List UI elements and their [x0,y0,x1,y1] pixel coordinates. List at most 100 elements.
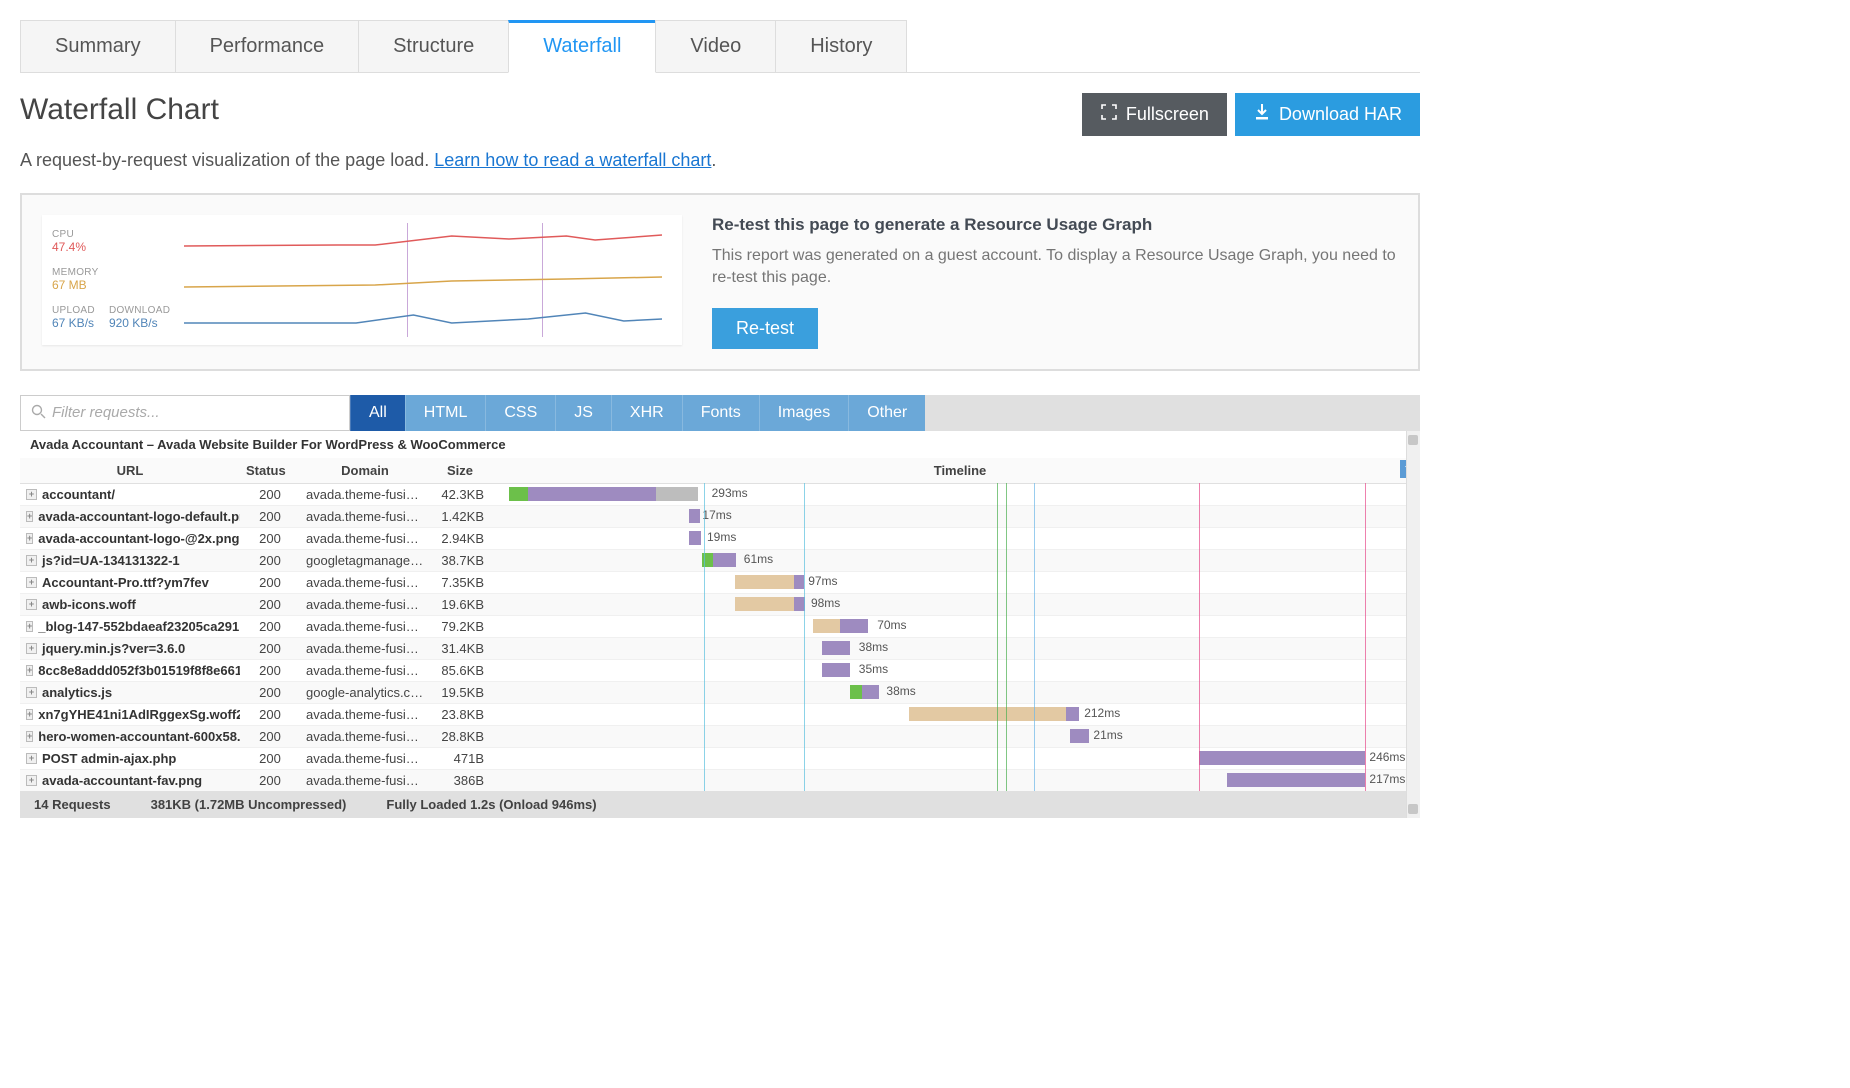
expand-icon[interactable]: + [26,775,37,786]
scroll-arrow-down[interactable] [1408,804,1418,814]
tab-performance[interactable]: Performance [175,20,360,72]
resource-graph-preview: CPU 47.4% MEMORY 67 MB UPL [42,215,682,345]
request-url: 8cc8e8addd052f3b01519f8f8e661... [38,663,240,678]
tab-summary[interactable]: Summary [20,20,176,72]
expand-icon[interactable]: + [26,643,37,654]
timeline-cell: 21ms [500,725,1420,747]
retest-button[interactable]: Re-test [712,308,818,349]
timeline-cell: 38ms [500,681,1420,703]
col-size-header[interactable]: Size [430,458,500,484]
expand-icon[interactable]: + [26,511,33,522]
timing-label: 35ms [859,662,888,676]
table-row[interactable]: +awb-icons.woff200avada.theme-fusion....… [20,593,1420,615]
timing-label: 97ms [808,574,837,588]
tab-history[interactable]: History [775,20,907,72]
retest-desc: This report was generated on a guest acc… [712,245,1398,290]
table-row[interactable]: +avada-accountant-logo-@2x.png200avada.t… [20,527,1420,549]
status-cell: 200 [240,681,300,703]
expand-icon[interactable]: + [26,533,33,544]
expand-icon[interactable]: + [26,621,33,632]
timing-bar [794,597,805,611]
table-row[interactable]: +analytics.js200google-analytics.com19.5… [20,681,1420,703]
expand-icon[interactable]: + [26,555,37,566]
expand-icon[interactable]: + [26,709,33,720]
timing-bar [822,641,850,655]
table-row[interactable]: +Accountant-Pro.ttf?ym7fev200avada.theme… [20,571,1420,593]
table-row[interactable]: +avada-accountant-logo-default.png200ava… [20,505,1420,527]
domain-cell: googletagmanager.c... [300,549,430,571]
filter-tab-other[interactable]: Other [848,395,925,431]
status-cell: 200 [240,527,300,549]
filter-tab-images[interactable]: Images [759,395,848,431]
table-row[interactable]: +avada-accountant-fav.png200avada.theme-… [20,769,1420,791]
request-url: avada-accountant-logo-@2x.png [38,531,239,546]
status-cell: 200 [240,637,300,659]
expand-icon[interactable]: + [26,489,37,500]
retest-panel: CPU 47.4% MEMORY 67 MB UPL [20,193,1420,371]
footer-size: 381KB (1.72MB Uncompressed) [151,797,347,812]
expand-icon[interactable]: + [26,731,33,742]
request-url: accountant/ [42,487,115,502]
status-cell: 200 [240,593,300,615]
filter-tab-js[interactable]: JS [555,395,611,431]
request-url: analytics.js [42,685,112,700]
size-cell: 386B [430,769,500,791]
timing-bar [509,487,527,501]
learn-link[interactable]: Learn how to read a waterfall chart [434,150,711,170]
size-cell: 1.42KB [430,505,500,527]
domain-cell: avada.theme-fusion.... [300,725,430,747]
filter-tab-html[interactable]: HTML [405,395,486,431]
timing-label: 38ms [886,684,915,698]
size-cell: 79.2KB [430,615,500,637]
filter-tab-fonts[interactable]: Fonts [682,395,759,431]
timing-bar [1227,773,1365,787]
timing-bar [1199,751,1365,765]
size-cell: 471B [430,747,500,769]
expand-icon[interactable]: + [26,577,37,588]
table-row[interactable]: +js?id=UA-134131322-1200googletagmanager… [20,549,1420,571]
tab-structure[interactable]: Structure [358,20,509,72]
table-row[interactable]: +jquery.min.js?ver=3.6.0200avada.theme-f… [20,637,1420,659]
timing-label: 293ms [712,486,748,500]
expand-icon[interactable]: + [26,599,37,610]
domain-cell: avada.theme-fusion.... [300,747,430,769]
status-cell: 200 [240,483,300,505]
table-row[interactable]: +_blog-147-552bdaeaf23205ca291...200avad… [20,615,1420,637]
domain-cell: avada.theme-fusion.... [300,483,430,505]
download-har-button[interactable]: Download HAR [1235,93,1420,136]
timeline-label: Timeline [934,463,987,478]
table-row[interactable]: +POST admin-ajax.php200avada.theme-fusio… [20,747,1420,769]
expand-icon[interactable]: + [26,687,37,698]
download-label: DOWNLOAD [109,305,170,316]
scroll-arrow-up[interactable] [1408,435,1418,445]
table-row[interactable]: +hero-women-accountant-600x58...200avada… [20,725,1420,747]
filter-input[interactable] [52,404,339,421]
expand-icon[interactable]: + [26,753,37,764]
timing-bar [1066,707,1079,721]
col-timeline-header[interactable]: Timeline [500,458,1420,484]
timeline-cell: 35ms [500,659,1420,681]
footer-requests: 14 Requests [34,797,111,812]
table-row[interactable]: +8cc8e8addd052f3b01519f8f8e661...200avad… [20,659,1420,681]
table-row[interactable]: +xn7gYHE41ni1AdIRggexSg.woff2200avada.th… [20,703,1420,725]
timing-bar [735,575,795,589]
filter-tab-xhr[interactable]: XHR [611,395,682,431]
col-domain-header[interactable]: Domain [300,458,430,484]
scrollbar[interactable] [1406,431,1420,818]
col-status-header[interactable]: Status [240,458,300,484]
filter-tab-all[interactable]: All [350,395,405,431]
filter-tab-css[interactable]: CSS [485,395,555,431]
fullscreen-button[interactable]: Fullscreen [1082,93,1227,136]
summary-footer: 14 Requests 381KB (1.72MB Uncompressed) … [20,791,1420,818]
tab-waterfall[interactable]: Waterfall [508,20,656,73]
size-cell: 19.5KB [430,681,500,703]
timeline-cell: 17ms [500,505,1420,527]
timing-bar [794,575,803,589]
expand-icon[interactable]: + [26,665,33,676]
table-title: Avada Accountant – Avada Website Builder… [20,431,1420,458]
filter-input-wrap[interactable] [20,395,350,431]
tab-video[interactable]: Video [655,20,776,72]
main-tabs: SummaryPerformanceStructureWaterfallVide… [20,20,1420,73]
col-url-header[interactable]: URL [20,458,240,484]
table-row[interactable]: +accountant/200avada.theme-fusion....42.… [20,483,1420,505]
